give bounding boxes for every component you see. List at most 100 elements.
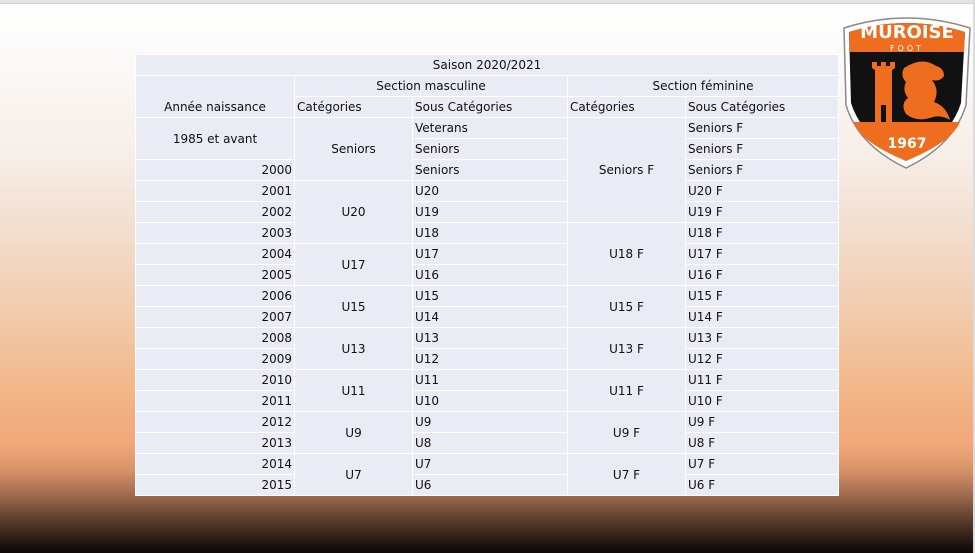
male-category-cell: U15 <box>294 285 413 328</box>
female-subcategory-cell: U11 F <box>684 369 840 391</box>
male-subcategory-cell: Seniors <box>412 138 568 160</box>
female-subcategories-header: Sous Catégories <box>684 96 840 118</box>
male-subcategory-cell: U9 <box>412 411 568 433</box>
male-section-header: Section masculine <box>294 75 568 97</box>
logo-sub: FOOT <box>890 44 924 53</box>
year-cell: 2000 <box>135 159 295 181</box>
table-row: 2014 U7 U7 U7 F U7 F <box>135 453 840 496</box>
year-cell: 2015 <box>135 474 295 496</box>
tower-icon <box>872 62 895 122</box>
male-subcategory-cell: U8 <box>412 432 568 454</box>
season-table: Saison 2020/2021 Année naissance Section… <box>134 54 840 496</box>
table-row: 2013 U8 U8 F <box>135 432 840 454</box>
female-category-cell: U11 F <box>567 369 686 412</box>
male-subcategory-cell: U13 <box>412 327 568 349</box>
female-subcategory-cell: Seniors F <box>684 159 840 181</box>
year-cell: 2010 <box>135 369 295 391</box>
male-category-cell: U11 <box>294 369 413 412</box>
table-row: Année naissance Section masculine Sectio… <box>135 75 840 118</box>
year-cell: 2009 <box>135 348 295 370</box>
table-row: 2011 U10 U10 F <box>135 390 840 412</box>
window-top-border <box>0 0 975 4</box>
female-subcategory-cell: U7 F <box>684 453 840 475</box>
female-subcategory-cell: U20 F <box>684 180 840 202</box>
female-subcategory-cell: Seniors F <box>684 117 840 139</box>
male-category-cell: Seniors <box>294 117 413 181</box>
male-subcategory-cell: Veterans <box>412 117 568 139</box>
table-row: 2004 U17 U17 U17 F <box>135 243 840 286</box>
year-cell: 2008 <box>135 327 295 349</box>
table-row: 2003 U18 U18 F U18 F <box>135 222 840 286</box>
table-row: 2007 U14 U14 F <box>135 306 840 328</box>
year-cell: 2011 <box>135 390 295 412</box>
table-row: 2000 Seniors Seniors F <box>135 159 840 181</box>
year-cell: 2014 <box>135 453 295 475</box>
male-subcategory-cell: U17 <box>412 243 568 265</box>
female-subcategory-cell: Seniors F <box>684 138 840 160</box>
female-subcategory-cell: U14 F <box>684 306 840 328</box>
female-category-cell: U9 F <box>567 411 686 454</box>
female-category-cell: U7 F <box>567 453 686 496</box>
table-row: 2010 U11 U11 U11 F U11 F <box>135 369 840 412</box>
table-row: 2005 U16 U16 F <box>135 264 840 286</box>
male-subcategory-cell: U16 <box>412 264 568 286</box>
year-cell: 2002 <box>135 201 295 223</box>
female-subcategory-cell: U9 F <box>684 411 840 433</box>
male-category-cell: U9 <box>294 411 413 454</box>
table-row: 1985 et avant Seniors Veterans Seniors F… <box>135 117 840 223</box>
table-row: 2006 U15 U15 U15 F U15 F <box>135 285 840 328</box>
male-subcategories-header: Sous Catégories <box>412 96 568 118</box>
table-row: 2002 U19 U19 F <box>135 201 840 223</box>
year-cell: 2001 <box>135 180 295 202</box>
male-subcategory-cell: U10 <box>412 390 568 412</box>
female-subcategory-cell: U10 F <box>684 390 840 412</box>
male-subcategory-cell: U20 <box>412 180 568 202</box>
female-subcategory-cell: U13 F <box>684 327 840 349</box>
male-category-cell: U20 <box>294 180 413 244</box>
female-subcategory-cell: U6 F <box>684 474 840 496</box>
male-category-cell: U7 <box>294 453 413 496</box>
female-subcategory-cell: U17 F <box>684 243 840 265</box>
year-cell: 2005 <box>135 264 295 286</box>
female-section-header: Section féminine <box>566 75 840 97</box>
male-subcategory-cell: U6 <box>412 474 568 496</box>
season-title: Saison 2020/2021 <box>134 54 840 76</box>
female-subcategory-cell: U18 F <box>684 222 840 244</box>
male-category-cell: U13 <box>294 327 413 370</box>
female-categories-header: Catégories <box>567 96 686 118</box>
female-category-cell: Seniors F <box>567 117 686 223</box>
male-categories-header: Catégories <box>294 96 413 118</box>
male-category-cell: U17 <box>294 243 413 286</box>
male-subcategory-cell: U12 <box>412 348 568 370</box>
table-row: 2009 U12 U12 F <box>135 348 840 370</box>
table-row: 2008 U13 U13 U13 F U13 F <box>135 327 840 370</box>
female-category-cell: U15 F <box>567 285 686 328</box>
female-subcategory-cell: U12 F <box>684 348 840 370</box>
male-subcategory-cell: U11 <box>412 369 568 391</box>
year-cell: 2013 <box>135 432 295 454</box>
female-category-cell: U13 F <box>567 327 686 370</box>
year-cell: 2007 <box>135 306 295 328</box>
female-subcategory-cell: U16 F <box>684 264 840 286</box>
table-row: Saison 2020/2021 <box>134 54 840 76</box>
female-subcategory-cell: U19 F <box>684 201 840 223</box>
male-subcategory-cell: U19 <box>412 201 568 223</box>
male-subcategory-cell: U7 <box>412 453 568 475</box>
female-category-cell: U18 F <box>567 222 686 286</box>
year-cell: 2004 <box>135 243 295 265</box>
female-subcategory-cell: U8 F <box>684 432 840 454</box>
table-row: 2015 U6 U6 F <box>135 474 840 496</box>
birth-year-header: Année naissance <box>135 75 295 118</box>
male-subcategory-cell: U15 <box>412 285 568 307</box>
male-subcategory-cell: Seniors <box>412 159 568 181</box>
year-cell: 2012 <box>135 411 295 433</box>
year-cell: 2003 <box>135 222 295 244</box>
logo-name: MUROISE <box>860 22 954 43</box>
male-subcategory-cell: U14 <box>412 306 568 328</box>
club-logo: MUROISE FOOT 1967 <box>843 17 971 169</box>
table-row: 2012 U9 U9 U9 F U9 F <box>135 411 840 454</box>
table-row: 2001 U20 U20 U20 F <box>135 180 840 244</box>
logo-year: 1967 <box>888 136 927 152</box>
year-cell: 1985 et avant <box>135 117 295 160</box>
male-subcategory-cell: U18 <box>412 222 568 244</box>
